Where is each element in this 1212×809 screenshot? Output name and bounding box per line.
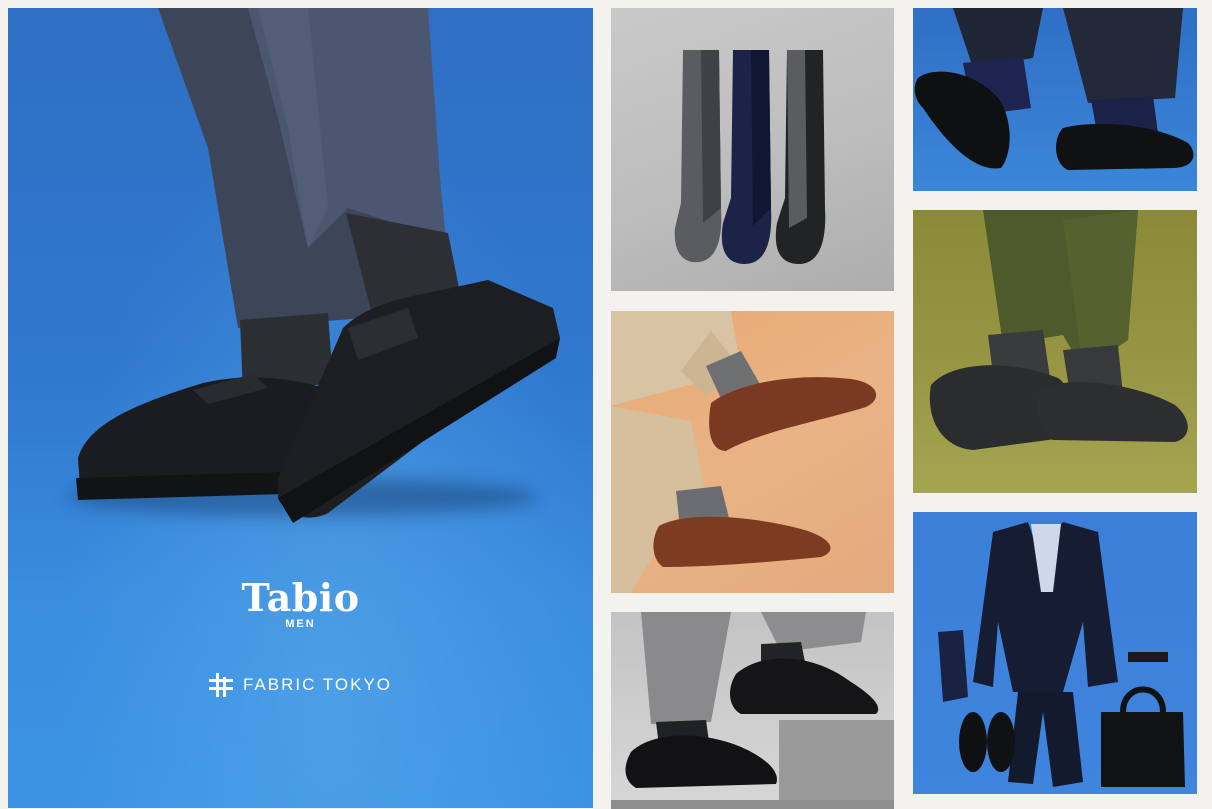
hero-photo: Tabio MEN FABRIC TOKYO [8,8,593,808]
penny-loafers-illustration [914,8,1194,170]
oxford-illustration [611,612,894,809]
brown-loafers-photo [611,311,894,593]
fabric-tokyo-mark-icon [208,673,233,697]
fabric-tokyo-logo: FABRIC TOKYO [8,672,593,698]
tabio-logo: Tabio [241,575,360,620]
suit-outfit-photo [913,512,1197,794]
socks-illustration [674,50,826,264]
loafers-illustration [611,311,877,593]
socks-flat-lay-photo [611,8,894,291]
penny-loafers-photo [913,8,1197,191]
olive-sneakers-photo [913,210,1197,493]
photo-collage: Tabio MEN FABRIC TOKYO [0,0,1212,809]
hero-illustration [76,8,560,523]
fabric-tokyo-wordmark: FABRIC TOKYO [242,675,393,694]
outfit-illustration [938,522,1185,787]
sneakers-illustration [929,210,1188,450]
tabio-men-label: MEN [285,618,316,630]
oxford-shoes-photo [611,612,894,809]
